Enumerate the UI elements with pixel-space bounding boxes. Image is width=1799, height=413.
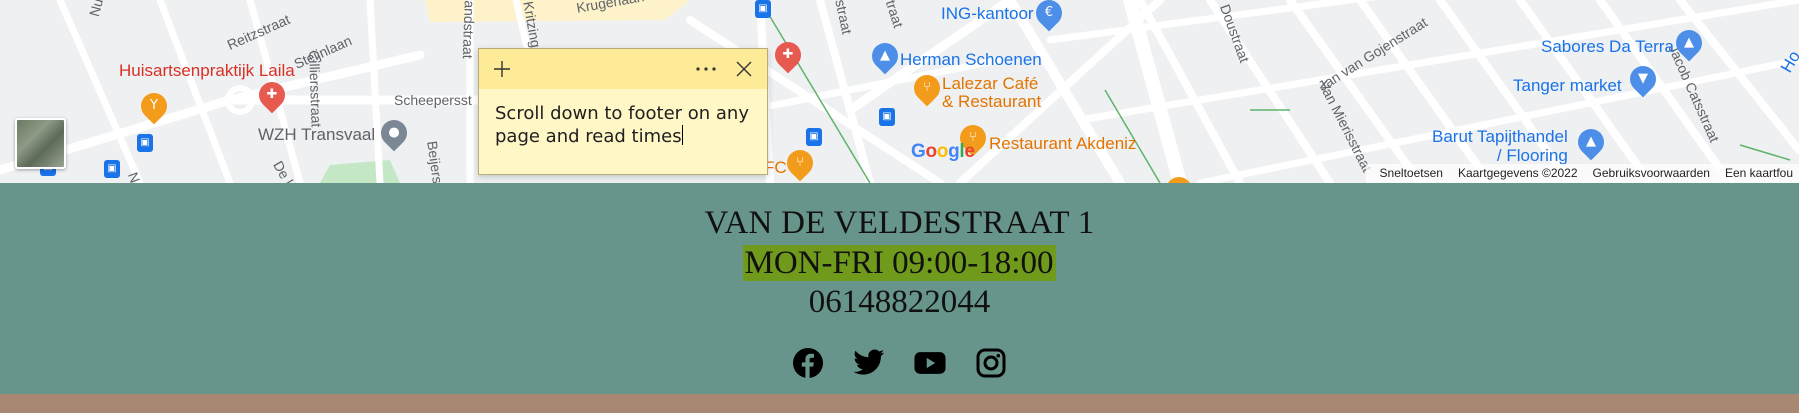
sticky-note[interactable]: Scroll down to footer on any page and re… <box>478 48 768 175</box>
poi-label-tanger[interactable]: Tanger market <box>1513 76 1622 96</box>
bus-stop-icon[interactable]: ▣ <box>137 134 153 152</box>
poi-lalezar-line1: Lalezar Café <box>942 74 1039 93</box>
page-bottom-strip <box>0 394 1799 413</box>
bus-stop-icon[interactable]: ▣ <box>879 108 895 126</box>
footer-address: VAN DE VELDESTRAAT 1 <box>704 205 1095 241</box>
street-label: randstraat <box>459 0 478 60</box>
sticky-note-content: Scroll down to footer on any page and re… <box>495 103 749 147</box>
cart-pin-icon[interactable]: ▼ <box>1624 60 1662 98</box>
report-error-link[interactable]: Een kaartfou <box>1725 166 1793 183</box>
footer-hours: MON-FRI 09:00-18:00 <box>0 245 1799 282</box>
restaurant-pin-icon[interactable]: ⑂ <box>908 69 946 107</box>
poi-label-laila[interactable]: Huisartsenpraktijk Laila <box>119 61 295 81</box>
youtube-link[interactable] <box>914 347 946 379</box>
poi-label-sabores[interactable]: Sabores Da Terra <box>1541 37 1674 57</box>
keyboard-shortcuts-link[interactable]: Sneltoetsen <box>1380 166 1443 183</box>
youtube-icon <box>914 352 946 374</box>
street-label: Scheepersst <box>394 92 472 108</box>
add-note-button[interactable] <box>489 56 515 82</box>
map[interactable]: Nunsp Reitzstraat Steijnlaan Cilliersstr… <box>0 0 1799 183</box>
shop-pin-icon[interactable]: ▲ <box>1670 24 1708 62</box>
text-caret <box>681 125 683 145</box>
facebook-link[interactable] <box>792 347 824 379</box>
more-icon <box>696 67 716 71</box>
restaurant-pin-icon[interactable]: ⑂ <box>781 144 819 182</box>
facebook-icon <box>793 348 823 378</box>
poi-barut-line1: Barut Tapijthandel <box>1432 127 1568 146</box>
medical-pin-icon[interactable]: ✚ <box>253 76 291 114</box>
bar-pin-icon[interactable]: Y <box>135 87 173 125</box>
medical-pin-icon[interactable]: ✚ <box>769 36 807 74</box>
instagram-link[interactable] <box>975 347 1007 379</box>
poi-lalezar-line2: & Restaurant <box>942 92 1042 111</box>
menu-button[interactable] <box>693 56 719 82</box>
footer-hours-highlight: MON-FRI 09:00-18:00 <box>742 245 1057 281</box>
footer-phone: 06148822044 <box>808 284 991 320</box>
twitter-link[interactable] <box>853 347 885 379</box>
sticky-note-text[interactable]: Scroll down to footer on any page and re… <box>479 89 767 148</box>
bus-stop-icon[interactable]: ▣ <box>755 0 771 18</box>
map-attribution: Sneltoetsen Kaartgegevens ©2022 Gebruiks… <box>1365 164 1799 183</box>
terms-link[interactable]: Gebruiksvoorwaarden <box>1593 166 1710 183</box>
plus-icon <box>494 61 510 77</box>
shop-pin-icon[interactable]: ▲ <box>866 37 904 75</box>
hospital-pin-icon[interactable]: ● <box>375 114 413 152</box>
poi-barut-line2: / Flooring <box>1496 146 1568 165</box>
poi-label-barut[interactable]: Barut Tapijthandel / Flooring <box>1432 127 1568 165</box>
poi-label-herman[interactable]: Herman Schoenen <box>900 50 1042 70</box>
bus-stop-icon[interactable]: ▣ <box>806 128 822 146</box>
poi-label-akdeniz[interactable]: Restaurant Akdeniz <box>989 134 1136 154</box>
shop-pin-icon[interactable]: ▲ <box>1572 123 1610 161</box>
bus-stop-icon[interactable]: ▣ <box>104 160 120 178</box>
poi-label-wzh[interactable]: WZH Transvaal <box>258 125 375 145</box>
satellite-toggle[interactable] <box>15 118 66 169</box>
footer: VAN DE VELDESTRAAT 1 MON-FRI 09:00-18:00… <box>0 183 1799 394</box>
poi-label-lalezar[interactable]: Lalezar Café & Restaurant <box>942 75 1041 111</box>
street-label: Cilliersstraat <box>306 50 325 128</box>
instagram-icon <box>976 348 1006 378</box>
twitter-icon <box>853 349 884 375</box>
close-icon <box>736 61 752 77</box>
map-data-text: Kaartgegevens ©2022 <box>1457 166 1578 180</box>
page: Nunsp Reitzstraat Steijnlaan Cilliersstr… <box>0 0 1799 413</box>
social-links <box>0 347 1799 379</box>
sticky-note-toolbar[interactable] <box>479 49 767 89</box>
close-note-button[interactable] <box>731 56 757 82</box>
google-logo[interactable]: Google <box>911 141 975 163</box>
poi-label-ing[interactable]: ING-kantoor <box>941 4 1034 24</box>
